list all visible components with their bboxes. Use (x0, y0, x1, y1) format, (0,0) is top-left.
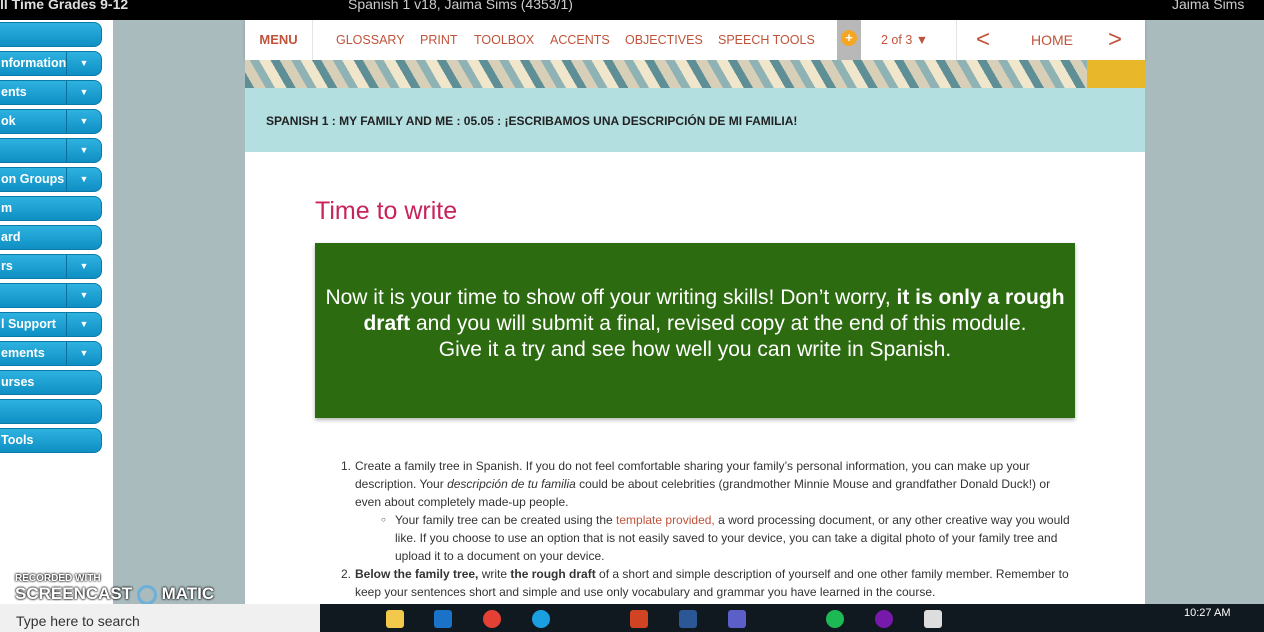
print-link[interactable]: PRINT (420, 33, 458, 47)
sidebar-item-label: ok (1, 114, 16, 128)
sidebar-item[interactable]: ▼ (0, 283, 102, 308)
windows-taskbar: Type here to search 10:27 AM (0, 604, 1264, 632)
sidebar-item[interactable]: rs ▼ (0, 254, 102, 279)
sidebar-item[interactable]: ard (0, 225, 102, 250)
speech-tools-link[interactable]: SPEECH TOOLS (718, 33, 815, 47)
sidebar-item-label: ard (1, 230, 21, 244)
sidebar-item-label: urses (1, 375, 35, 389)
lesson-content: Time to write Now it is your time to sho… (245, 152, 1145, 604)
powerpoint-icon[interactable] (630, 610, 648, 628)
instructions-list: 1. Create a family tree in Spanish. If yo… (341, 457, 1075, 601)
chevron-down-icon[interactable]: ▼ (66, 81, 101, 104)
lesson-breadcrumb: SPANISH 1 : MY FAMILY AND ME : 05.05 : ¡… (245, 88, 1145, 152)
sidebar-item-label: on Groups (1, 172, 65, 186)
sidebar-item-label: l Support (1, 317, 56, 331)
list-item: 2. Below the family tree, write the rough… (341, 567, 1069, 599)
sidebar-item-label: nformation (1, 56, 67, 70)
list-subitem: Your family tree can be created using th… (381, 511, 1075, 565)
sidebar: nformation ▼ ents ▼ ok ▼ ▼ on Groups ▼ m ard rs ▼ ▼ l … (0, 20, 113, 604)
sidebar-item[interactable]: nformation ▼ (0, 51, 102, 76)
accents-link[interactable]: ACCENTS (550, 33, 610, 47)
spotify-icon[interactable] (826, 610, 844, 628)
page-selector[interactable]: 2 of 3 ▼ (881, 33, 928, 47)
clock[interactable]: 10:27 AM (1184, 607, 1230, 619)
sidebar-item[interactable] (0, 399, 102, 424)
sidebar-item[interactable]: ents ▼ (0, 80, 102, 105)
chevron-down-icon[interactable]: ▼ (66, 168, 101, 191)
school-title[interactable]: ll Time Grades 9-12 (0, 0, 128, 12)
sidebar-item[interactable]: ok ▼ (0, 109, 102, 134)
outlook-icon[interactable] (434, 610, 452, 628)
chevron-down-icon[interactable]: ▼ (66, 52, 101, 75)
chevron-down-icon[interactable]: ▼ (66, 255, 101, 278)
sidebar-item-label: ements (1, 346, 45, 360)
file-explorer-icon[interactable] (386, 610, 404, 628)
screencast-watermark: RECORDED WITH SCREENCAST MATIC (15, 573, 215, 605)
sidebar-item-label: m (1, 201, 13, 215)
course-nav-bar: MENU GLOSSARY PRINT TOOLBOX ACCENTS OBJE… (245, 20, 1145, 60)
sidebar-item[interactable]: ▼ (0, 138, 102, 163)
glossary-link[interactable]: GLOSSARY (336, 33, 405, 47)
chevron-down-icon[interactable]: ▼ (66, 284, 101, 307)
objectives-link[interactable]: OBJECTIVES (625, 33, 703, 47)
teams-icon[interactable] (728, 610, 746, 628)
menu-button[interactable]: MENU (245, 20, 313, 60)
sidebar-item-label: Tools (1, 433, 34, 447)
next-arrow-icon[interactable]: > (1108, 26, 1122, 54)
decorative-banner (245, 60, 1145, 88)
sidebar-item[interactable]: on Groups ▼ (0, 167, 102, 192)
user-menu[interactable]: Jaima Sims (1172, 0, 1244, 12)
onenote-icon[interactable] (875, 610, 893, 628)
page-title: Time to write (315, 197, 458, 225)
chevron-down-icon[interactable]: ▼ (66, 342, 101, 365)
callout-box: Now it is your time to show off your wri… (315, 243, 1075, 418)
sidebar-item[interactable]: urses (0, 370, 102, 395)
word-icon[interactable] (679, 610, 697, 628)
sidebar-item[interactable]: m (0, 196, 102, 221)
list-item: 1. Create a family tree in Spanish. If yo… (341, 457, 1075, 565)
chevron-down-icon[interactable]: ▼ (66, 313, 101, 336)
chevron-down-icon[interactable]: ▼ (66, 139, 101, 162)
template-link[interactable]: template provided, (616, 513, 715, 527)
bookmark-add-button[interactable]: + (837, 20, 861, 60)
chevron-down-icon[interactable]: ▼ (66, 110, 101, 133)
sidebar-item[interactable]: l Support ▼ (0, 312, 102, 337)
browser-top-bar: ll Time Grades 9-12 Spanish 1 v18, Jaima… (0, 0, 1264, 20)
sidebar-item[interactable] (0, 22, 102, 47)
sidebar-item-label: ents (1, 85, 27, 99)
chrome-icon[interactable] (483, 610, 501, 628)
plus-icon: + (841, 30, 857, 46)
sidebar-item[interactable]: Tools (0, 428, 102, 453)
course-selector[interactable]: Spanish 1 v18, Jaima Sims (4353/1) (348, 0, 573, 12)
toolbox-link[interactable]: TOOLBOX (474, 33, 534, 47)
skype-icon[interactable] (532, 610, 550, 628)
sidebar-item[interactable]: ements ▼ (0, 341, 102, 366)
prev-arrow-icon[interactable]: < (976, 26, 990, 54)
photos-icon[interactable] (924, 610, 942, 628)
taskbar-search[interactable]: Type here to search (0, 604, 320, 632)
sidebar-item-label: rs (1, 259, 13, 273)
home-button[interactable]: HOME (1031, 32, 1073, 48)
